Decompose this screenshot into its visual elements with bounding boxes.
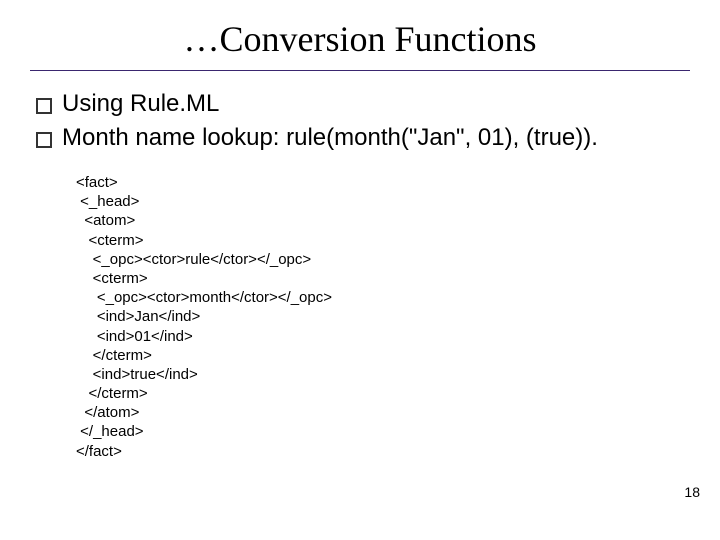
- bullet-square-icon: [36, 98, 52, 114]
- slide-title: …Conversion Functions: [0, 18, 720, 60]
- bullet-square-icon: [36, 132, 52, 148]
- bullet-text: Using Rule.ML: [62, 89, 690, 119]
- title-underline: [30, 70, 690, 71]
- list-item: Month name lookup: rule(month("Jan", 01)…: [36, 123, 690, 153]
- code-block: <fact> <_head> <atom> <cterm> <_opc><cto…: [76, 173, 720, 461]
- bullet-text: Month name lookup: rule(month("Jan", 01)…: [62, 123, 690, 153]
- page-number: 18: [684, 484, 700, 500]
- bullet-list: Using Rule.ML Month name lookup: rule(mo…: [36, 89, 690, 153]
- list-item: Using Rule.ML: [36, 89, 690, 119]
